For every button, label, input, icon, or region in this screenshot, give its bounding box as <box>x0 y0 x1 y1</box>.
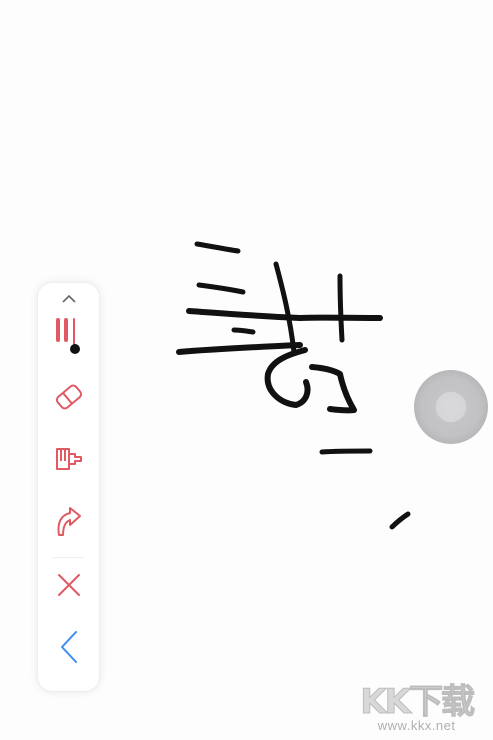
drawing-toolbar <box>38 283 99 691</box>
ink-stroke <box>199 285 243 292</box>
ink-stroke <box>322 451 370 452</box>
clear-brush-tool-button[interactable] <box>38 441 99 477</box>
close-icon <box>56 572 82 598</box>
ink-stroke <box>189 311 300 318</box>
ink-stroke <box>276 264 294 352</box>
ink-stroke <box>234 330 253 332</box>
ink-stroke <box>268 350 308 405</box>
watermark-logo: KK下载 <box>360 685 473 719</box>
chevron-left-icon <box>59 630 79 664</box>
eraser-tool-button[interactable] <box>38 379 99 415</box>
eraser-icon <box>53 381 85 413</box>
ink-stroke <box>197 244 238 251</box>
ink-stroke <box>312 367 354 410</box>
pen-tool-button[interactable] <box>38 313 99 357</box>
assistive-touch-ball[interactable] <box>414 370 488 444</box>
chevron-up-icon <box>61 294 77 304</box>
collapse-toolbar-button[interactable] <box>38 289 99 309</box>
ink-stroke <box>179 345 300 352</box>
pen-strokes-icon <box>53 314 85 356</box>
ink-stroke <box>392 514 408 527</box>
curved-arrow-icon <box>53 505 85 537</box>
close-tool-button[interactable] <box>38 567 99 603</box>
toolbar-divider <box>53 557 84 558</box>
watermark: KK下载 www.kkx.net <box>360 685 473 733</box>
ink-stroke <box>340 276 342 340</box>
back-tool-button[interactable] <box>38 629 99 665</box>
brush-icon <box>53 443 85 475</box>
undo-tool-button[interactable] <box>38 503 99 539</box>
